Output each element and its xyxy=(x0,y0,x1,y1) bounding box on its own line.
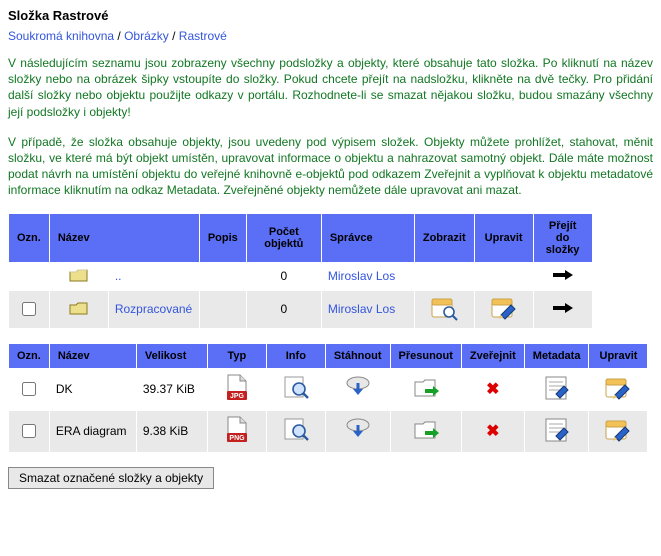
object-name: ERA diagram xyxy=(50,411,136,452)
svg-text:JPG: JPG xyxy=(230,393,245,400)
edit-icon[interactable] xyxy=(603,417,633,446)
publish-disabled-icon: ✖ xyxy=(486,423,499,440)
file-png-icon[interactable]: PNG xyxy=(223,415,251,448)
edit-icon[interactable] xyxy=(489,295,519,324)
folder-row: Rozpracované 0 Miroslav Los xyxy=(9,291,592,328)
page-title: Složka Rastrové xyxy=(8,8,653,23)
folders-table: Ozn. Název Popis Počet objektů Správce Z… xyxy=(8,213,593,329)
folder-admin-link[interactable]: Miroslav Los xyxy=(328,302,395,316)
col-info: Info xyxy=(267,344,325,368)
col-go: Přejít do složky xyxy=(534,214,592,262)
col-move: Přesunout xyxy=(391,344,461,368)
crumb-sep: / xyxy=(114,29,124,43)
info-magnify-icon[interactable] xyxy=(281,374,311,405)
col-edit: Upravit xyxy=(475,214,533,262)
object-row: DK 39.37 KiB JPG ✖ xyxy=(9,369,647,410)
go-arrow-icon[interactable] xyxy=(551,302,575,317)
row-checkbox[interactable] xyxy=(22,424,36,438)
object-size: 9.38 KiB xyxy=(137,411,207,452)
col-admin: Správce xyxy=(322,214,414,262)
description-paragraph: V případě, že složka obsahuje objekty, j… xyxy=(8,134,653,199)
download-icon[interactable] xyxy=(343,374,373,405)
row-checkbox[interactable] xyxy=(22,382,36,396)
description-paragraph: V následujícím seznamu jsou zobrazeny vš… xyxy=(8,55,653,120)
objects-table: Ozn. Název Velikost Typ Info Stáhnout Př… xyxy=(8,343,648,453)
col-count: Počet objektů xyxy=(247,214,321,262)
folder-name-link[interactable]: .. xyxy=(115,269,122,283)
go-arrow-icon[interactable] xyxy=(551,269,575,284)
metadata-icon[interactable] xyxy=(542,374,572,405)
folder-count: 0 xyxy=(247,263,321,290)
col-edit: Upravit xyxy=(589,344,647,368)
move-icon[interactable] xyxy=(411,416,441,447)
metadata-icon[interactable] xyxy=(542,416,572,447)
col-desc: Popis xyxy=(200,214,246,262)
crumb-sep: / xyxy=(169,29,179,43)
object-row: ERA diagram 9.38 KiB PNG ✖ xyxy=(9,411,647,452)
folder-icon xyxy=(69,300,89,319)
svg-text:PNG: PNG xyxy=(229,435,245,442)
move-icon[interactable] xyxy=(411,374,441,405)
object-name: DK xyxy=(50,369,136,410)
download-icon[interactable] xyxy=(343,416,373,447)
folder-desc xyxy=(200,263,246,290)
folder-up-icon xyxy=(69,267,89,286)
folder-count: 0 xyxy=(247,291,321,328)
col-name: Název xyxy=(50,214,199,262)
folder-admin-link[interactable]: Miroslav Los xyxy=(328,269,395,283)
folder-name-link[interactable]: Rozpracované xyxy=(115,302,192,316)
object-size: 39.37 KiB xyxy=(137,369,207,410)
view-icon[interactable] xyxy=(429,295,459,324)
col-name: Název xyxy=(50,344,136,368)
folder-desc xyxy=(200,291,246,328)
crumb-link[interactable]: Obrázky xyxy=(124,29,169,43)
crumb-link[interactable]: Rastrové xyxy=(179,29,227,43)
row-checkbox[interactable] xyxy=(22,302,36,316)
crumb-link[interactable]: Soukromá knihovna xyxy=(8,29,114,43)
col-type: Typ xyxy=(208,344,266,368)
col-metadata: Metadata xyxy=(525,344,589,368)
col-download: Stáhnout xyxy=(326,344,390,368)
col-mark: Ozn. xyxy=(9,344,49,368)
edit-icon[interactable] xyxy=(603,375,633,404)
delete-selected-button[interactable]: Smazat označené složky a objekty xyxy=(8,467,214,489)
publish-disabled-icon: ✖ xyxy=(486,381,499,398)
col-view: Zobrazit xyxy=(415,214,474,262)
folder-row: .. 0 Miroslav Los xyxy=(9,263,592,290)
col-mark: Ozn. xyxy=(9,214,49,262)
info-magnify-icon[interactable] xyxy=(281,416,311,447)
file-jpg-icon[interactable]: JPG xyxy=(223,373,251,406)
col-size: Velikost xyxy=(137,344,207,368)
breadcrumbs: Soukromá knihovna / Obrázky / Rastrové xyxy=(8,29,653,43)
col-publish: Zveřejnit xyxy=(462,344,524,368)
